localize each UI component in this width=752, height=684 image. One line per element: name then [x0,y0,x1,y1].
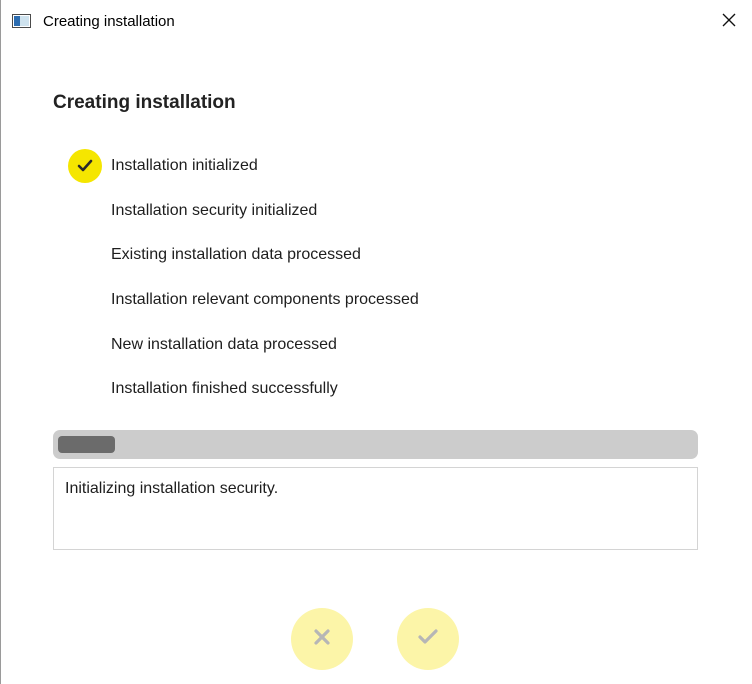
close-button[interactable] [706,0,752,44]
step-installation-initialized: Installation initialized [111,157,258,174]
cancel-button[interactable] [291,608,353,670]
installer-window: Creating installation Creating installat… [0,0,752,684]
confirm-button[interactable] [397,608,459,670]
step-security-initialized: Installation security initialized [111,202,318,219]
step-done-check-icon [68,149,102,183]
title-bar: Creating installation [1,0,752,44]
page-title: Creating installation [53,92,236,113]
progress-bar-fill [58,436,115,453]
close-icon[interactable] [721,12,737,33]
status-log-text: Initializing installation security. [65,480,279,497]
step-finished-successfully: Installation finished successfully [111,380,338,397]
status-log-box: Initializing installation security. [53,467,698,550]
progress-bar [53,430,698,459]
step-existing-data-processed: Existing installation data processed [111,246,361,263]
app-window-icon [12,14,31,28]
step-new-data-processed: New installation data processed [111,336,337,353]
step-components-processed: Installation relevant components process… [111,291,419,308]
cancel-x-icon[interactable] [312,627,332,652]
window-title: Creating installation [43,13,175,30]
confirm-check-icon[interactable] [417,628,439,651]
